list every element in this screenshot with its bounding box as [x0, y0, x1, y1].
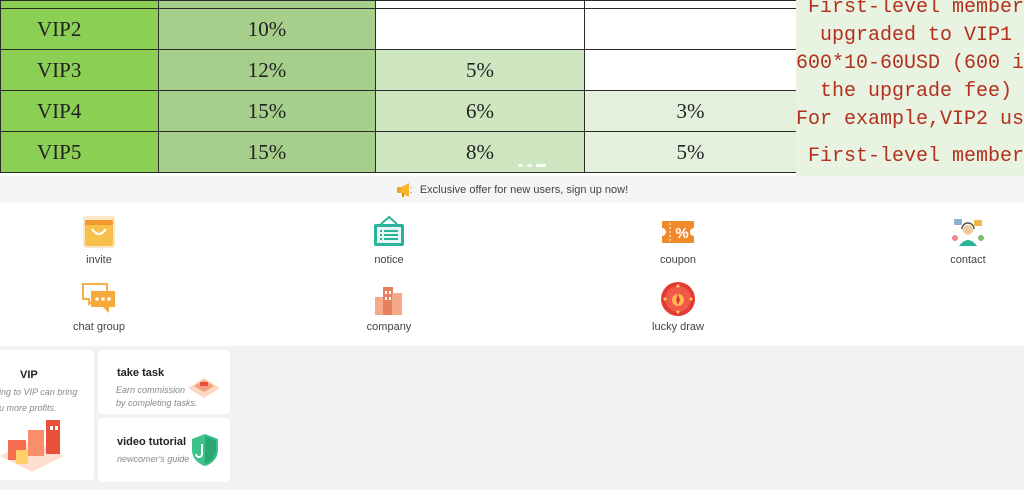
table-cell: VIP3 — [0, 49, 159, 91]
banner-side-note: First-level member upgraded to VIP1 600*… — [796, 0, 1024, 176]
task-illustration — [188, 378, 220, 398]
building-icon — [375, 287, 402, 315]
vip-card[interactable]: VIP ding to VIP can bring ou more profit… — [0, 350, 94, 480]
video-tutorial-card[interactable]: video tutorial newcomer's guide — [98, 418, 230, 482]
announcement-text: Exclusive offer for new users, sign up n… — [419, 183, 629, 196]
menu-label: lucky draw — [652, 321, 704, 333]
table-cell: VIP2 — [0, 8, 159, 50]
table-row: VIP3 12% 5% — [0, 49, 797, 91]
menu-label: coupon — [659, 254, 697, 266]
card-subtitle: ou more profits. — [0, 403, 57, 413]
card-title: VIP — [20, 369, 38, 381]
menu-item-chat-group[interactable]: chat group — [39, 281, 159, 333]
menu-label: invite — [86, 254, 112, 266]
table-cell: 8% — [375, 131, 585, 173]
svg-text:%: % — [675, 225, 688, 242]
menu-item-invite[interactable]: invite — [39, 214, 159, 266]
gift-bag-icon — [83, 216, 115, 248]
table-cell — [375, 8, 585, 50]
table-cell: 5% — [584, 131, 797, 173]
card-title: video tutorial — [117, 436, 187, 448]
menu-label: company — [366, 321, 412, 333]
side-note-line: the upgrade fee) — [819, 80, 1013, 103]
table-cell — [158, 0, 376, 9]
carousel-indicator[interactable] — [518, 164, 546, 167]
table-cell: 5% — [375, 49, 585, 91]
card-subtitle: newcomer's guide — [117, 454, 190, 464]
side-note-line: 600*10-60USD (600 is — [796, 52, 1024, 75]
menu-item-contact[interactable]: contact — [908, 214, 1024, 266]
table-cell: 15% — [158, 90, 376, 132]
card-title: take task — [117, 367, 165, 379]
take-task-card[interactable]: take task Earn commission by completing … — [98, 350, 230, 414]
table-cell — [0, 0, 159, 9]
table-cell: 3% — [584, 90, 797, 132]
side-note-line: For example,VIP2 use — [796, 108, 1024, 131]
prize-wheel-icon — [661, 282, 695, 316]
table-row: VIP2 10% — [0, 8, 797, 50]
table-cell: VIP5 — [0, 131, 159, 173]
menu-item-coupon[interactable]: % coupon — [618, 214, 738, 266]
table-cell: 10% — [158, 8, 376, 50]
announcement-bar[interactable]: Exclusive offer for new users, sign up n… — [0, 176, 1024, 203]
table-cell — [584, 49, 797, 91]
table-row: VIP5 15% 8% 5% — [0, 131, 797, 173]
table-cell: VIP4 — [0, 90, 159, 132]
menu-item-company[interactable]: company — [329, 281, 449, 333]
chat-bubble-icon — [82, 283, 115, 313]
side-note-line: upgraded to VIP1 — [819, 24, 1013, 47]
menu-item-notice[interactable]: notice — [329, 214, 449, 266]
feature-cards: VIP ding to VIP can bring ou more profit… — [0, 346, 1024, 490]
table-cell: 12% — [158, 49, 376, 91]
notice-board-icon — [374, 215, 404, 246]
carousel-dot-active[interactable] — [536, 164, 546, 167]
side-note-line: First-level member — [807, 145, 1024, 168]
menu-label: notice — [374, 254, 404, 266]
vip-commission-table: VIP2 10% VIP3 12% 5% VIP4 15% 6% 3% VIP5… — [0, 0, 797, 173]
menu-label: chat group — [73, 321, 125, 333]
promo-banner[interactable]: VIP2 10% VIP3 12% 5% VIP4 15% 6% 3% VIP5… — [0, 0, 1024, 176]
megaphone-icon — [396, 182, 412, 197]
table-cell: 15% — [158, 131, 376, 173]
table-cell — [375, 0, 585, 9]
table-row — [0, 0, 797, 9]
table-row: VIP4 15% 6% 3% — [0, 90, 797, 132]
menu-item-lucky-draw[interactable]: lucky draw — [618, 281, 738, 333]
side-note-line: First-level member — [807, 0, 1024, 19]
vip-illustration — [0, 420, 64, 472]
card-subtitle: ding to VIP can bring — [0, 387, 78, 397]
quick-menu: invite notice % coupon contact chat grou… — [0, 203, 1024, 346]
menu-label: contact — [950, 254, 986, 266]
customer-service-icon — [952, 219, 984, 246]
coupon-icon: % — [662, 221, 694, 243]
shield-icon — [192, 434, 218, 466]
table-cell — [584, 8, 797, 50]
table-cell — [584, 0, 797, 9]
carousel-dot[interactable] — [518, 164, 523, 167]
table-cell: 6% — [375, 90, 585, 132]
carousel-dot[interactable] — [527, 164, 532, 167]
